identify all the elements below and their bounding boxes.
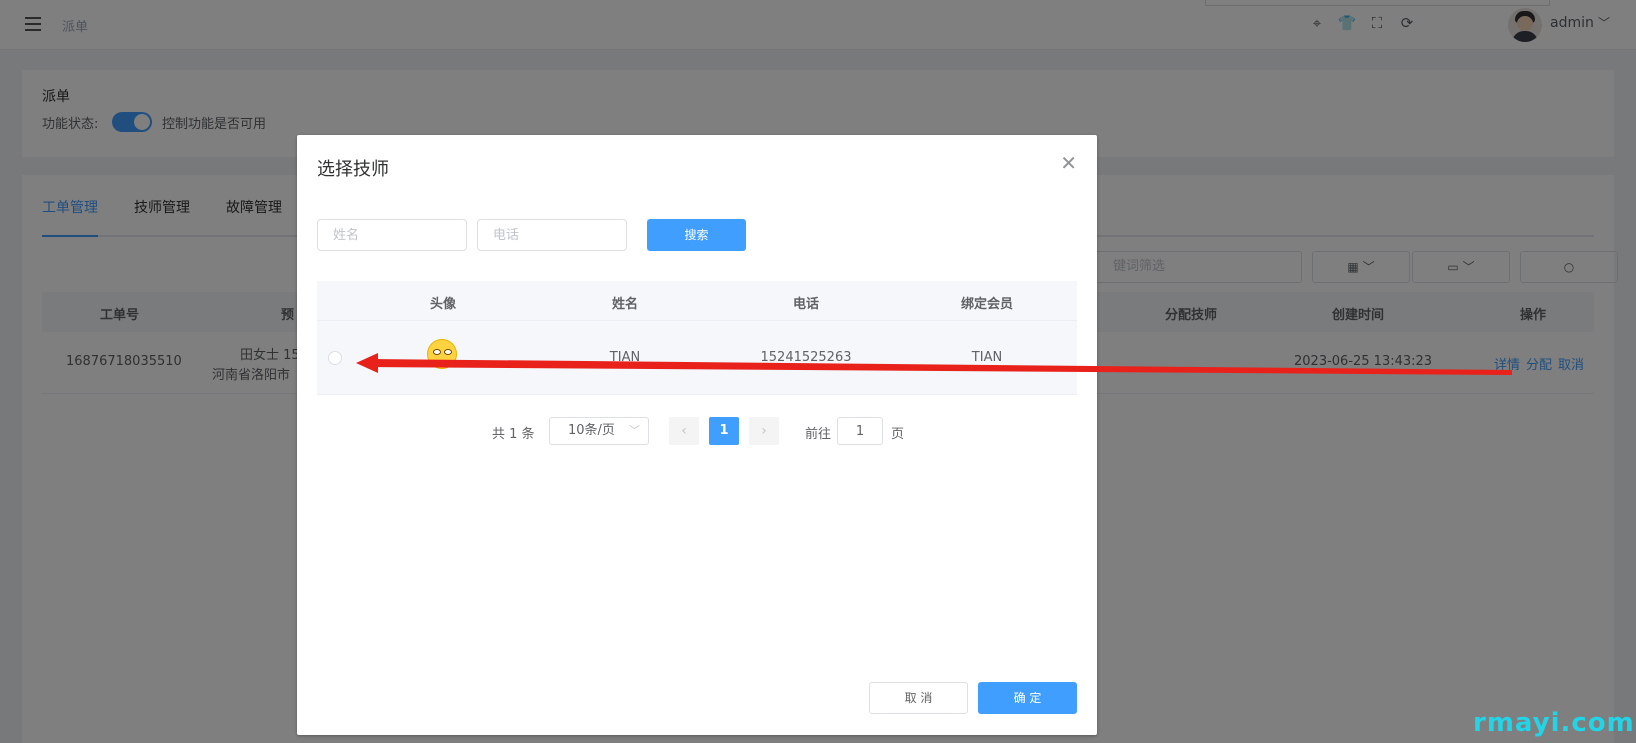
watermark: rmayi.com bbox=[1473, 708, 1635, 738]
dialog-title: 选择技师 bbox=[317, 159, 389, 180]
page-size-select[interactable]: 10条/页 ﹀ bbox=[549, 417, 649, 445]
technician-table-header: 头像 姓名 电话 绑定会员 bbox=[317, 281, 1077, 321]
header-member: 绑定会员 bbox=[960, 297, 1013, 312]
row-radio[interactable] bbox=[328, 351, 342, 365]
cancel-button[interactable]: 取 消 bbox=[869, 682, 968, 714]
pagination-total: 共 1 条 bbox=[492, 427, 535, 442]
next-page-button[interactable]: › bbox=[749, 417, 779, 445]
member-cell: TIAN bbox=[971, 350, 1003, 365]
technician-avatar bbox=[427, 339, 457, 369]
select-technician-dialog: 选择技师 ✕ 搜索 头像 姓名 电话 绑定会员 TIAN 15241525263… bbox=[297, 135, 1097, 735]
name-search-input[interactable] bbox=[317, 219, 467, 251]
header-phone: 电话 bbox=[792, 297, 819, 312]
goto-page-input[interactable] bbox=[837, 417, 883, 445]
page-unit-label: 页 bbox=[891, 427, 905, 442]
prev-page-button[interactable]: ‹ bbox=[669, 417, 699, 445]
phone-search-input[interactable] bbox=[477, 219, 627, 251]
confirm-button[interactable]: 确 定 bbox=[978, 682, 1077, 714]
close-icon[interactable]: ✕ bbox=[1060, 153, 1077, 173]
name-cell: TIAN bbox=[609, 350, 641, 365]
search-button[interactable]: 搜索 bbox=[647, 219, 746, 251]
goto-label: 前往 bbox=[805, 427, 832, 442]
chevron-down-icon: ﹀ bbox=[629, 424, 640, 437]
table-row[interactable]: TIAN 15241525263 TIAN bbox=[317, 321, 1077, 395]
pagination: 共 1 条 10条/页 ﹀ ‹ 1 › 前往 页 bbox=[297, 417, 1097, 445]
header-name: 姓名 bbox=[611, 297, 638, 312]
header-avatar: 头像 bbox=[429, 297, 456, 312]
phone-cell: 15241525263 bbox=[760, 350, 852, 365]
page-number-button[interactable]: 1 bbox=[709, 417, 739, 445]
page-size-value: 10条/页 bbox=[568, 423, 615, 438]
